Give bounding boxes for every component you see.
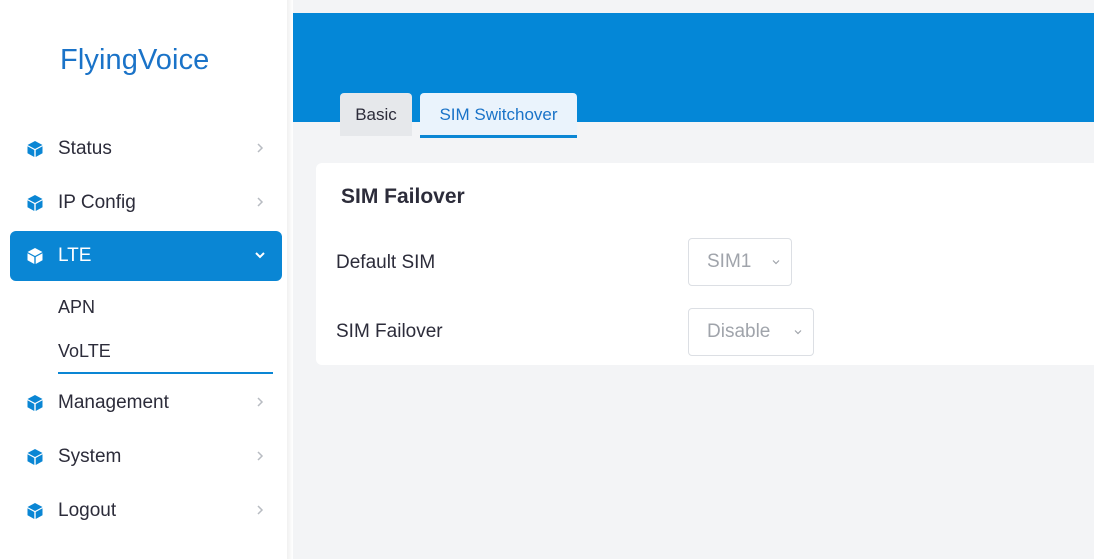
card-title: SIM Failover	[341, 185, 465, 208]
sidebar-item-label: LTE	[58, 245, 92, 266]
active-tab-underline	[420, 135, 577, 138]
sim-failover-card: SIM Failover Default SIM SIM1 SIM Failov…	[316, 163, 1094, 365]
select-value: Disable	[707, 321, 771, 342]
cube-icon	[27, 449, 43, 465]
tab-sim-switchover[interactable]: SIM Switchover	[420, 93, 577, 136]
chevron-right-icon	[257, 397, 264, 407]
active-subitem-underline	[58, 372, 273, 374]
sidebar-item-label: Management	[58, 392, 169, 413]
cube-icon	[27, 503, 43, 519]
sidebar-item-label: Logout	[58, 500, 117, 521]
cube-icon	[27, 195, 43, 211]
sidebar-subitem-volte[interactable]: VoLTE	[58, 341, 111, 362]
sidebar-item-status[interactable]: Status	[10, 124, 282, 174]
main-content: Basic SIM Switchover SIM Failover Defaul…	[293, 0, 1094, 559]
cube-icon	[27, 395, 43, 411]
cube-icon	[27, 248, 43, 264]
sidebar-item-logout[interactable]: Logout	[10, 486, 282, 536]
sidebar-item-ip-config[interactable]: IP Config	[10, 178, 282, 228]
chevron-right-icon	[257, 197, 264, 207]
sidebar-subitem-apn[interactable]: APN	[58, 297, 95, 318]
brand-logo: FlyingVoice	[60, 44, 210, 76]
sidebar-item-label: IP Config	[58, 192, 136, 213]
header-bar	[293, 13, 1094, 122]
chevron-down-icon	[255, 252, 265, 259]
sidebar-item-label: System	[58, 446, 122, 467]
select-value: SIM1	[707, 251, 752, 272]
chevron-right-icon	[257, 451, 264, 461]
chevron-down-icon	[772, 260, 780, 265]
chevron-right-icon	[257, 143, 264, 153]
sim-failover-label: SIM Failover	[336, 321, 443, 342]
sidebar-item-management[interactable]: Management	[10, 378, 282, 428]
default-sim-select[interactable]: SIM1	[688, 238, 792, 286]
sidebar-item-system[interactable]: System	[10, 432, 282, 482]
cube-icon	[27, 141, 43, 157]
default-sim-label: Default SIM	[336, 252, 436, 273]
tab-basic[interactable]: Basic	[340, 93, 412, 136]
sidebar: FlyingVoice Status IP Config LTE APN VoL…	[0, 0, 290, 559]
chevron-right-icon	[257, 505, 264, 515]
sidebar-item-lte[interactable]: LTE	[10, 231, 282, 281]
chevron-down-icon	[794, 330, 802, 335]
sidebar-item-label: Status	[58, 138, 112, 159]
sim-failover-select[interactable]: Disable	[688, 308, 814, 356]
